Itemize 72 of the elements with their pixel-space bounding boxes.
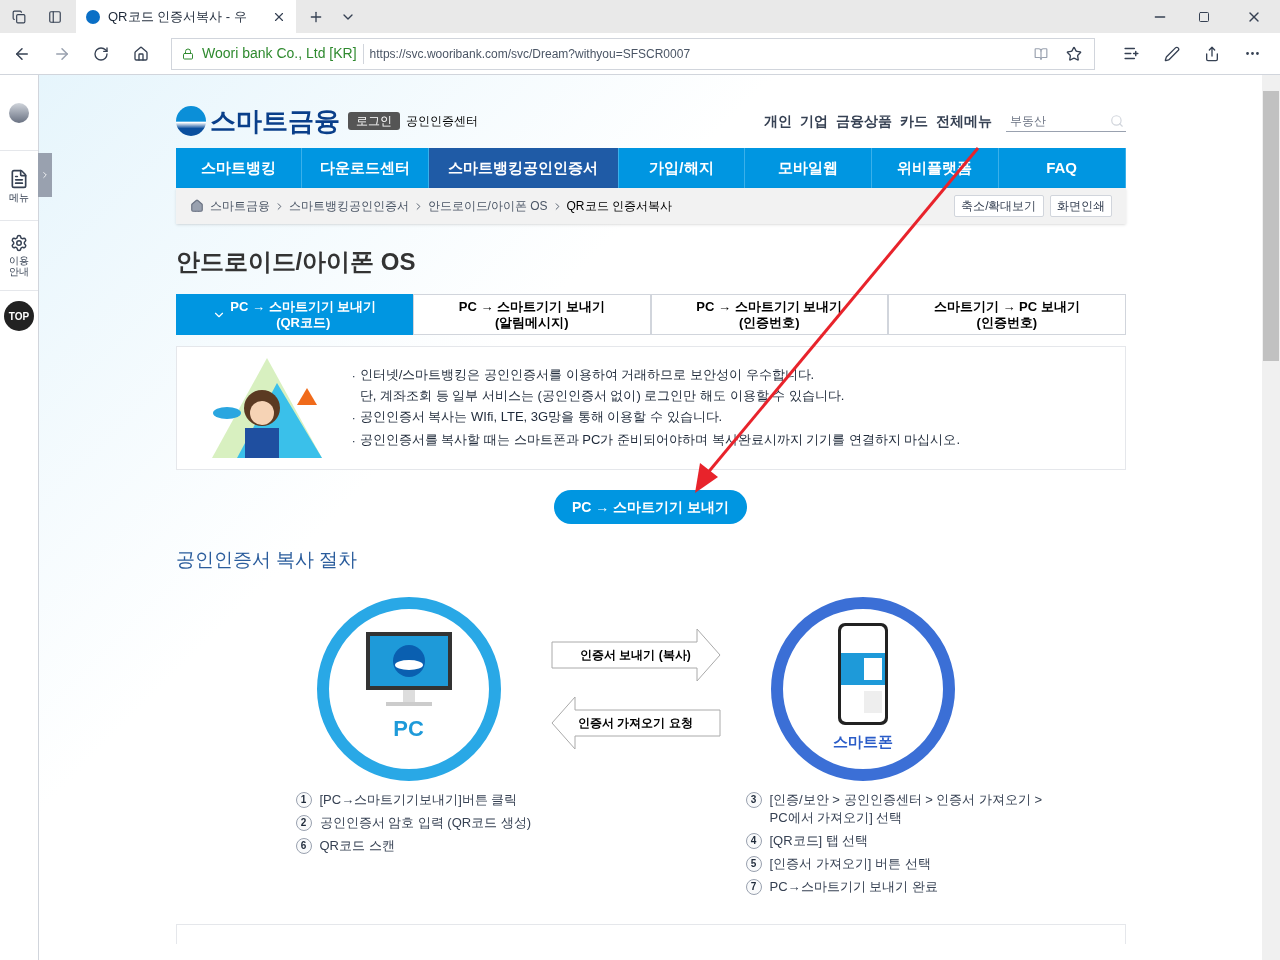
smartphone-icon: [837, 623, 888, 726]
site-logo-icon: [86, 9, 100, 24]
top-menu-link[interactable]: 개인: [763, 110, 792, 132]
top-menu-link[interactable]: 금융상품: [835, 110, 892, 132]
step-number: 3: [745, 791, 762, 808]
arrow-label: 인증서 가져오기 요청: [577, 714, 694, 732]
sidebar-item[interactable]: 이용 안내: [0, 221, 38, 291]
address-bar[interactable]: Woori bank Co., Ltd [KR] https://svc.wooribank.com/svc/Dream?withyou=SFSCR0007: [171, 37, 1095, 70]
toolbar-button[interactable]: 화면인쇄: [1049, 195, 1112, 217]
top-menu-link[interactable]: 기업: [799, 110, 828, 132]
arrow-label: 인증서 보내기 (복사): [579, 646, 692, 664]
step-number: 4: [745, 832, 762, 849]
maximize-icon[interactable]: [1198, 10, 1210, 23]
step-text: [인증서 가져오기] 버튼 선택: [769, 854, 931, 873]
bullet: ·: [351, 432, 356, 450]
favorites-icon[interactable]: [1123, 45, 1140, 62]
pc-label: PC: [393, 715, 424, 743]
share-icon[interactable]: [1204, 45, 1220, 62]
section-title: 공인인증서 복사 절차: [175, 548, 359, 572]
step-text: [인증/보안 > 공인인증센터 > 인증서 가져오기 > PC에서 가져오기] 선택: [769, 790, 1043, 827]
toolbar-button[interactable]: 축소/확대보기: [954, 195, 1044, 217]
notice-text: 단, 계좌조회 등 일부 서비스는 (공인인증서 없이) 로그인만 해도 이용할 수 있습니다.: [359, 386, 845, 404]
certificate-center-link[interactable]: 공인인증센터: [405, 112, 478, 130]
step-number: 6: [295, 837, 312, 854]
document-icon: [9, 168, 29, 189]
top-menu-link[interactable]: 전체메뉴: [935, 110, 992, 132]
breadcrumb-link[interactable]: 안드로이드/아이폰 OS: [427, 197, 548, 215]
step-number: 5: [745, 855, 762, 872]
notice-text: 공인인증서 복사는 WIfi, LTE, 3G망을 통해 이용할 수 있습니다.: [359, 407, 723, 425]
site-logo[interactable]: 스마트금융: [209, 101, 340, 141]
step-number: 7: [745, 878, 762, 895]
content-tab[interactable]: PC → 스마트기기 보내기 (알림메시지): [413, 294, 651, 335]
tab-title: QR코드 인증서복사 - 우: [108, 7, 247, 26]
search-field[interactable]: 부동산: [1005, 110, 1126, 132]
smartphone-label: 스마트폰: [832, 732, 893, 753]
top-button[interactable]: TOP: [4, 301, 34, 331]
step-text: 공인인증서 암호 입력 (QR코드 생성): [319, 813, 532, 832]
logo-icon[interactable]: [9, 102, 29, 123]
top-menu-link[interactable]: 카드: [899, 110, 928, 132]
refresh-icon[interactable]: [93, 45, 109, 62]
home-icon[interactable]: [133, 45, 149, 62]
content-tab[interactable]: PC → 스마트기기 보내기 (인증번호): [650, 294, 888, 335]
step-text: PC→스마트기기 보내기 완료: [769, 877, 938, 896]
bullet: ·: [351, 408, 356, 427]
breadcrumb-link[interactable]: 스마트뱅킹공인인증서: [288, 197, 409, 215]
content-tab[interactable]: 스마트기기 → PC 보내기 (인증번호): [888, 294, 1126, 335]
star-icon[interactable]: [1066, 45, 1082, 62]
page-title: 안드로이드/아이폰 OS: [175, 247, 417, 277]
scrollbar[interactable]: [1262, 75, 1280, 960]
reading-view-icon[interactable]: [1034, 46, 1048, 61]
step-number: 1: [295, 791, 312, 808]
chevron-right-icon: [40, 170, 50, 180]
lock-icon: [182, 47, 194, 60]
step-text: [QR코드] 탭 선택: [769, 831, 869, 850]
panel-toggle[interactable]: [38, 153, 52, 197]
set-aside-tabs-icon[interactable]: [48, 9, 62, 24]
browser-tab[interactable]: QR코드 인증서복사 - 우: [76, 0, 296, 33]
step-number: 2: [295, 814, 312, 831]
pen-icon[interactable]: [1164, 45, 1180, 62]
logo-icon: [175, 106, 206, 136]
nav-tab[interactable]: 스마트뱅킹공인인증서: [428, 148, 619, 188]
tabs-icon[interactable]: [12, 9, 26, 24]
settings-icon: [10, 234, 28, 252]
bullet: ·: [351, 366, 356, 385]
breadcrumb-link[interactable]: QR코드 인증서복사: [566, 197, 672, 215]
home-icon[interactable]: [189, 199, 204, 213]
login-button[interactable]: 로그인: [347, 112, 400, 130]
url-text: https://svc.wooribank.com/svc/Dream?withyou=SFSCR0007: [369, 45, 691, 63]
step-text: QR코드 스캔: [319, 836, 395, 855]
breadcrumb-link[interactable]: 스마트금융: [209, 197, 270, 215]
step-text: [PC→스마트기기보내기]버튼 클릭: [319, 790, 518, 809]
site-identity: Woori bank Co., Ltd [KR]: [202, 44, 357, 63]
